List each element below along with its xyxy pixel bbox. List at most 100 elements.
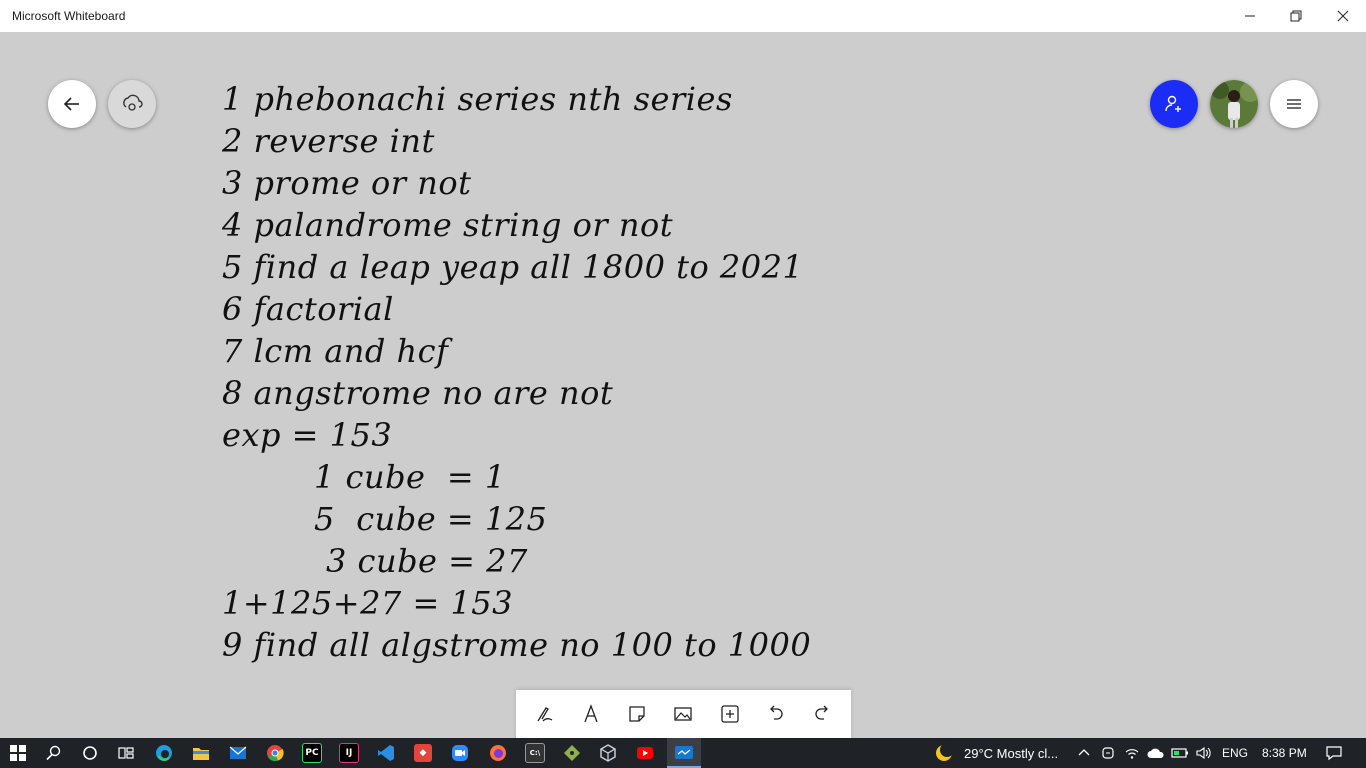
chrome-icon <box>267 745 284 762</box>
taskbar-chrome[interactable] <box>263 741 287 765</box>
title-bar: Microsoft Whiteboard <box>0 0 1366 32</box>
taskbar-intellij[interactable]: IJ <box>337 741 361 765</box>
firefox-icon <box>490 745 506 761</box>
minimize-icon <box>1245 15 1255 17</box>
cloud-icon <box>1147 748 1164 758</box>
avatar-photo-icon <box>1210 80 1258 128</box>
restore-button[interactable] <box>1273 0 1319 32</box>
ink-line[interactable]: 4 palandrome string or not <box>222 204 673 246</box>
battery-icon <box>1171 748 1188 758</box>
vscode-icon <box>378 745 394 761</box>
ink-line[interactable]: 3 prome or not <box>222 162 472 204</box>
taskbar-virtualbox[interactable] <box>596 741 620 765</box>
redo-icon <box>815 705 828 720</box>
back-button[interactable] <box>48 80 96 128</box>
ink-line[interactable]: 3 cube = 27 <box>326 540 528 582</box>
taskbar-vscode[interactable] <box>374 741 398 765</box>
edge-icon <box>156 745 172 761</box>
wifi-icon <box>1125 749 1139 759</box>
undo-icon <box>769 705 783 720</box>
pen-tool-button[interactable] <box>527 696 563 732</box>
close-icon <box>1337 10 1349 22</box>
pen-icon <box>537 707 553 722</box>
chevron-up-icon <box>1078 749 1090 756</box>
cortana-button[interactable] <box>78 741 102 765</box>
taskbar-anydesk[interactable]: ◆ <box>411 741 435 765</box>
menu-button[interactable] <box>1270 80 1318 128</box>
zoom-icon <box>452 745 468 761</box>
moon-cloud-icon <box>936 743 954 761</box>
cloud-sync-icon <box>123 94 143 111</box>
text-tool-button[interactable] <box>573 696 609 732</box>
ink-line[interactable]: 5 cube = 125 <box>314 498 547 540</box>
whiteboard-icon <box>675 746 693 759</box>
pycharm-icon: PC <box>302 743 322 763</box>
clock[interactable]: 8:38 PM <box>1262 746 1307 760</box>
notification-icon <box>1326 746 1342 761</box>
taskbar-zoom[interactable] <box>448 741 472 765</box>
battery-button[interactable] <box>1168 741 1192 765</box>
taskbar-terminal[interactable]: C:\ <box>523 741 547 765</box>
ink-line[interactable]: 1+125+27 = 153 <box>222 582 513 624</box>
network-button[interactable] <box>1120 741 1144 765</box>
onedrive-button[interactable] <box>1144 741 1168 765</box>
ink-line[interactable]: 5 find a leap yeap all 1800 to 2021 <box>222 246 803 288</box>
windows-logo-icon <box>10 745 26 761</box>
ink-line[interactable]: 8 angstrome no are not <box>222 372 613 414</box>
bottom-toolbar <box>516 690 851 738</box>
taskbar-whiteboard-active[interactable] <box>667 738 701 768</box>
hamburger-icon <box>1287 99 1301 109</box>
image-button[interactable] <box>665 696 701 732</box>
window-title: Microsoft Whiteboard <box>12 9 126 23</box>
volume-button[interactable] <box>1192 741 1216 765</box>
ink-line[interactable]: 9 find all algstrome no 100 to 1000 <box>222 624 811 666</box>
ink-line[interactable]: 2 reverse int <box>222 120 435 162</box>
close-button[interactable] <box>1320 0 1366 32</box>
youtube-icon <box>637 747 653 759</box>
taskbar-edge[interactable] <box>152 741 176 765</box>
remote-app-icon: ◆ <box>414 744 432 762</box>
start-button[interactable] <box>6 741 30 765</box>
language-indicator[interactable]: ENG <box>1222 746 1248 760</box>
minimize-button[interactable] <box>1227 0 1273 32</box>
sticky-note-button[interactable] <box>619 696 655 732</box>
redo-button[interactable] <box>804 696 840 732</box>
cortana-icon <box>83 746 97 760</box>
sticky-note-icon <box>629 706 645 722</box>
weather-text[interactable]: 29°C Mostly cl... <box>964 746 1058 761</box>
speaker-icon <box>1196 746 1211 760</box>
undo-button[interactable] <box>758 696 794 732</box>
tray-app-icon[interactable] <box>1096 741 1120 765</box>
task-view-icon <box>118 747 134 759</box>
weather-widget[interactable] <box>932 741 956 765</box>
insert-button[interactable] <box>712 696 748 732</box>
taskbar-firefox[interactable] <box>486 741 510 765</box>
intellij-icon: IJ <box>339 743 359 763</box>
terminal-icon: C:\ <box>525 743 545 763</box>
ink-line[interactable]: 1 cube = 1 <box>314 456 506 498</box>
search-button[interactable] <box>42 741 66 765</box>
taskbar-file-explorer[interactable] <box>189 741 213 765</box>
ink-line[interactable]: 7 lcm and hcf <box>222 330 448 372</box>
show-hidden-icons-button[interactable] <box>1072 741 1096 765</box>
action-center-button[interactable] <box>1322 741 1346 765</box>
taskbar-youtube[interactable] <box>633 741 657 765</box>
invite-button[interactable] <box>1150 80 1198 128</box>
folder-icon <box>193 748 209 760</box>
image-icon <box>674 707 693 721</box>
text-icon <box>584 704 598 723</box>
taskbar-git[interactable] <box>560 741 584 765</box>
sync-button[interactable] <box>108 80 156 128</box>
taskbar-mail[interactable] <box>226 741 250 765</box>
restore-icon <box>1290 10 1302 22</box>
taskbar-pycharm[interactable]: PC <box>300 741 324 765</box>
ink-line[interactable]: exp = 153 <box>222 414 392 456</box>
mail-icon <box>229 746 247 759</box>
user-avatar[interactable] <box>1210 80 1258 128</box>
git-icon <box>564 745 580 761</box>
task-view-button[interactable] <box>114 741 138 765</box>
ink-line[interactable]: 6 factorial <box>222 288 394 330</box>
taskbar: PC IJ ◆ C:\ 29°C Mostly cl... ENG 8:38 P… <box>0 738 1366 768</box>
ink-line[interactable]: 1 phebonachi series nth series <box>222 78 733 120</box>
arrow-left-icon <box>63 97 79 111</box>
